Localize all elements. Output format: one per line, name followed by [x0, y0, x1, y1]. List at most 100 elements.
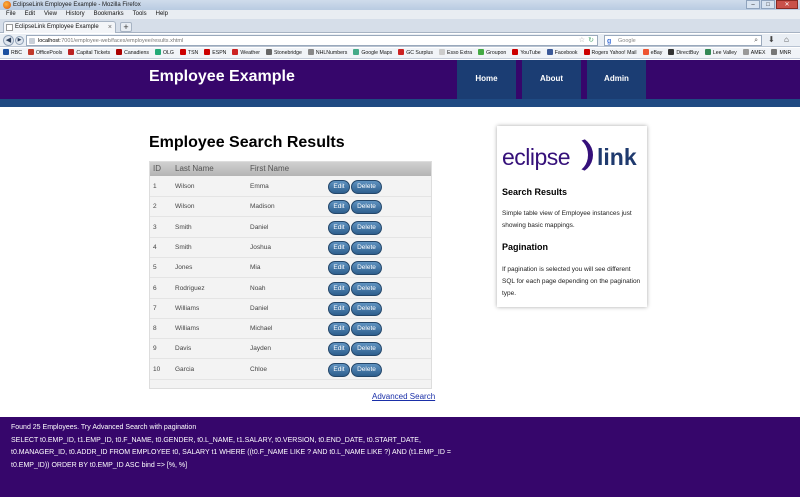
edit-button[interactable]: Edit: [328, 322, 350, 337]
bookmark-item[interactable]: OLG: [154, 48, 174, 58]
cell-id: 9: [153, 345, 157, 353]
close-button[interactable]: ✕: [776, 0, 798, 9]
edit-button[interactable]: Edit: [328, 220, 350, 235]
back-arrow-icon[interactable]: ◀: [3, 35, 14, 46]
edit-button[interactable]: Edit: [328, 301, 350, 316]
bookmark-item[interactable]: Google Maps: [353, 48, 392, 58]
search-results-text: Simple table view of Employee instances …: [502, 210, 632, 229]
menu-view[interactable]: View: [44, 10, 57, 19]
nav-admin[interactable]: Admin: [587, 60, 646, 99]
pagination-text: If pagination is selected you will see d…: [502, 266, 641, 297]
bookmark-icon: [265, 49, 272, 55]
minimize-button[interactable]: –: [746, 0, 760, 9]
edit-button[interactable]: Edit: [328, 362, 350, 377]
menu-edit[interactable]: Edit: [25, 10, 35, 19]
bookmark-item[interactable]: Capital Tickets: [68, 48, 110, 58]
delete-button[interactable]: Delete: [351, 240, 382, 255]
bookmark-item[interactable]: AMEX: [742, 48, 766, 58]
edit-button[interactable]: Edit: [328, 261, 350, 276]
window-title: EclipseLink Employee Example - Mozilla F…: [13, 2, 141, 8]
bookmark-item[interactable]: Esso Extra: [439, 48, 472, 58]
delete-button[interactable]: Delete: [351, 322, 382, 337]
bookmark-item[interactable]: YouTube: [512, 48, 541, 58]
table-row: 1 Wilson Emma Edit Delete: [150, 177, 431, 197]
table-row: 4 Smith Joshua Edit Delete: [150, 238, 431, 258]
bookmark-label: RBC: [11, 50, 22, 56]
bookmark-item[interactable]: Canadiens: [116, 48, 149, 58]
advanced-search-link[interactable]: Advanced Search: [372, 392, 435, 401]
home-icon[interactable]: ⌂: [784, 35, 789, 44]
bookmark-label: OLG: [162, 50, 174, 56]
bookmark-item[interactable]: Facebook: [546, 48, 578, 58]
cell-first-name: Madison: [250, 203, 275, 211]
bookmark-label: AMEX: [750, 50, 766, 56]
bookmark-item[interactable]: ESPN: [204, 48, 227, 58]
search-placeholder: Google: [618, 38, 636, 44]
edit-button[interactable]: Edit: [328, 240, 350, 255]
menu-help[interactable]: Help: [156, 10, 168, 19]
menu-file[interactable]: File: [6, 10, 16, 19]
site-identity-icon[interactable]: [29, 38, 35, 44]
edit-button[interactable]: Edit: [328, 281, 350, 296]
column-header-first-name: First Name: [250, 164, 290, 173]
delete-button[interactable]: Delete: [351, 281, 382, 296]
bookmark-star-icon[interactable]: ☆: [579, 36, 585, 46]
cell-id: 4: [153, 243, 157, 251]
bookmark-label: ESPN: [212, 50, 227, 56]
bookmark-item[interactable]: NHLNumbers: [307, 48, 347, 58]
bookmark-item[interactable]: OfficePools: [27, 48, 62, 58]
reload-icon[interactable]: ↻: [588, 36, 594, 46]
bookmark-item[interactable]: Weather: [232, 48, 260, 58]
menu-history[interactable]: History: [66, 10, 85, 19]
cell-first-name: Daniel: [250, 223, 269, 231]
bookmark-item[interactable]: DirectBuy: [668, 48, 699, 58]
bookmark-item[interactable]: TSN: [179, 48, 199, 58]
cell-last-name: Smith: [175, 223, 192, 231]
delete-button[interactable]: Delete: [351, 180, 382, 194]
delete-button[interactable]: Delete: [351, 301, 382, 316]
search-results-heading: Search Results: [502, 187, 568, 197]
bookmark-item[interactable]: eBay: [642, 48, 663, 58]
table-header: ID Last Name First Name: [150, 162, 431, 176]
download-icon[interactable]: ⬇: [768, 35, 775, 44]
new-tab-button[interactable]: +: [120, 22, 132, 32]
edit-button[interactable]: Edit: [328, 342, 350, 357]
tab-close-icon[interactable]: ×: [108, 22, 112, 33]
bookmark-label: eBay: [650, 50, 663, 56]
bookmark-icon: [704, 49, 711, 55]
bookmark-item[interactable]: Stonebridge: [265, 48, 302, 58]
cell-first-name: Joshua: [250, 243, 271, 251]
address-bar[interactable]: localhost:7001/employee-web/faces/employ…: [26, 35, 598, 46]
search-input[interactable]: g Google ⌕: [604, 35, 762, 46]
bookmark-item[interactable]: GC Surplus: [398, 48, 434, 58]
menu-bookmarks[interactable]: Bookmarks: [94, 10, 124, 19]
cell-last-name: Williams: [175, 325, 200, 333]
bookmark-item[interactable]: Groupon: [478, 48, 506, 58]
cell-id: 6: [153, 284, 157, 292]
nav-home[interactable]: Home: [457, 60, 516, 99]
bookmark-icon: [512, 49, 519, 55]
search-icon[interactable]: ⌕: [754, 36, 758, 46]
maximize-button[interactable]: □: [761, 0, 775, 9]
edit-button[interactable]: Edit: [328, 200, 350, 215]
browser-tab[interactable]: EclipseLink Employee Example ×: [3, 21, 116, 33]
delete-button[interactable]: Delete: [351, 362, 382, 377]
bookmark-label: MNR: [779, 50, 792, 56]
bookmark-item[interactable]: Rogers Yahoo! Mail: [583, 48, 637, 58]
nav-about[interactable]: About: [522, 60, 581, 99]
cell-first-name: Mia: [250, 264, 261, 272]
google-icon[interactable]: g: [607, 37, 611, 47]
menu-tools[interactable]: Tools: [133, 10, 147, 19]
bookmark-label: TSN: [187, 50, 199, 56]
delete-button[interactable]: Delete: [351, 200, 382, 215]
forward-arrow-icon[interactable]: ▶: [15, 36, 24, 45]
delete-button[interactable]: Delete: [351, 220, 382, 235]
bookmark-item[interactable]: Lee Valley: [704, 48, 737, 58]
delete-button[interactable]: Delete: [351, 342, 382, 357]
bookmark-label: GC Surplus: [406, 50, 434, 56]
bookmark-item[interactable]: MNR: [771, 48, 792, 58]
edit-button[interactable]: Edit: [328, 180, 350, 194]
bookmark-label: Stonebridge: [273, 50, 302, 56]
bookmark-item[interactable]: RBC: [3, 48, 22, 58]
delete-button[interactable]: Delete: [351, 261, 382, 276]
